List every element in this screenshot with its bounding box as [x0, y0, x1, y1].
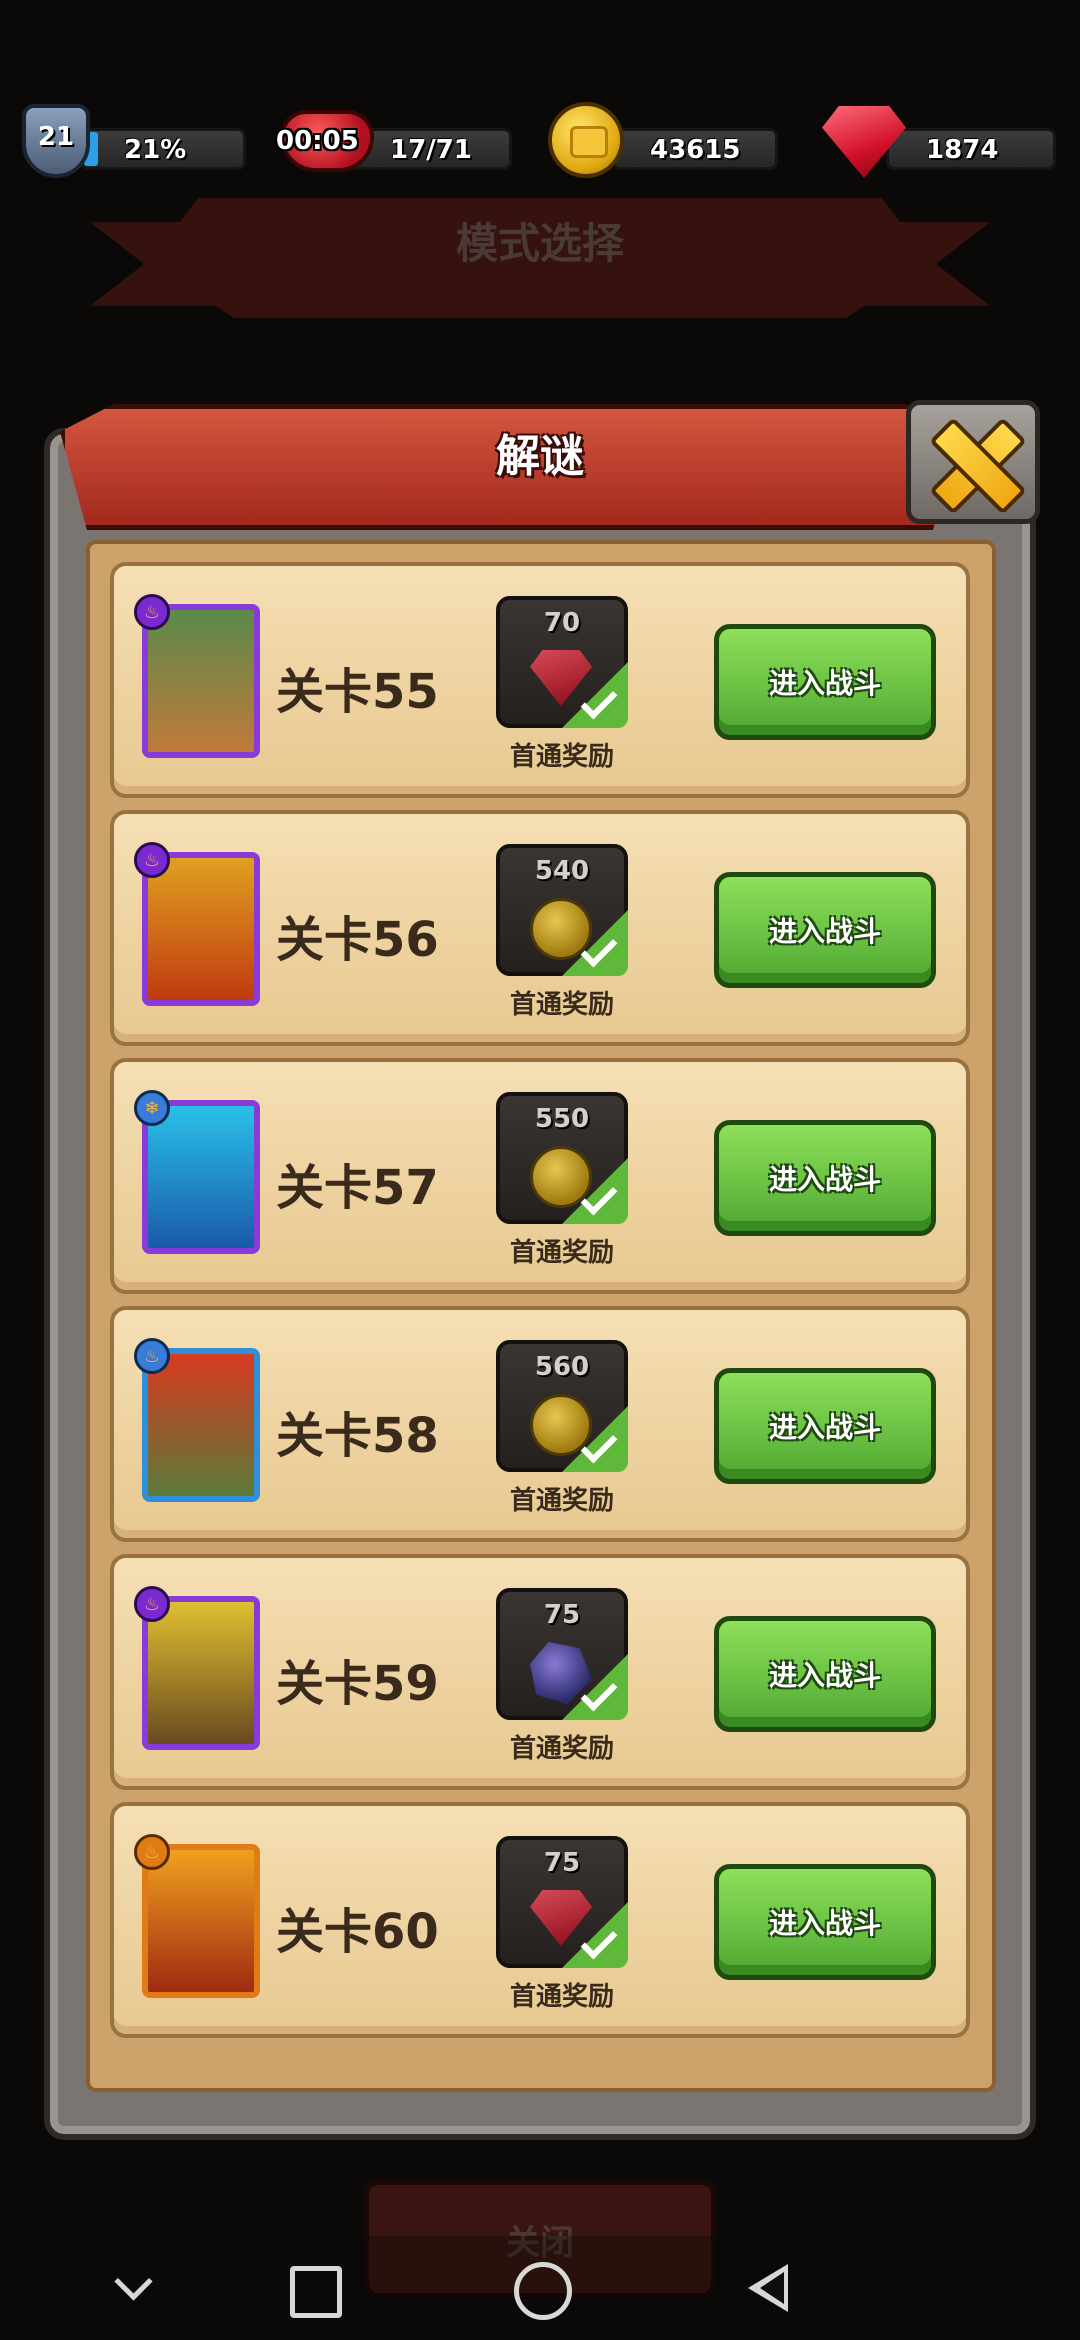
level-row: ♨ 关卡59 75 首通奖励 进入战斗 [110, 1554, 970, 1790]
reward-amount: 540 [534, 856, 590, 886]
gem-count: 1874 [926, 135, 999, 165]
level-row: ❄ 关卡57 550 首通奖励 进入战斗 [110, 1058, 970, 1294]
stamina-timer: 00:05 [276, 126, 359, 156]
reward-box: 550 [496, 1092, 628, 1224]
close-button[interactable] [906, 400, 1040, 524]
enter-battle-button[interactable]: 进入战斗 [714, 1368, 936, 1484]
reward-label: 首通奖励 [509, 1734, 614, 1764]
reward-box: 540 [496, 844, 628, 976]
level-row: ♨ 关卡58 560 首通奖励 进入战斗 [110, 1306, 970, 1542]
gem-icon [530, 650, 592, 706]
level-name: 关卡58 [276, 1408, 439, 1464]
enter-battle-button[interactable]: 进入战斗 [714, 1864, 936, 1980]
level-shield-icon: 21 [22, 104, 90, 178]
hearts-count: 17/71 [390, 135, 472, 165]
xp-percent: 21% [124, 135, 187, 165]
enter-battle-button[interactable]: 进入战斗 [714, 624, 936, 740]
reward-box: 75 [496, 1588, 628, 1720]
recent-apps-icon[interactable] [282, 2258, 342, 2318]
enter-battle-button[interactable]: 进入战斗 [714, 872, 936, 988]
reward-amount: 75 [543, 1600, 581, 1630]
fire-element-icon: ♨ [134, 1586, 170, 1622]
back-icon[interactable] [740, 2258, 800, 2318]
fire-element-icon: ♨ [134, 1834, 170, 1870]
reward-label: 首通奖励 [509, 1238, 614, 1268]
fire-element-icon: ♨ [134, 842, 170, 878]
reward-label: 首通奖励 [509, 990, 614, 1020]
home-icon[interactable] [510, 2258, 572, 2320]
reward-amount: 75 [543, 1848, 581, 1878]
level-row: ♨ 关卡55 70 首通奖励 进入战斗 [110, 562, 970, 798]
resource-bar: 21% 21 17/71 00:05 43615 1874 [0, 98, 1080, 178]
reward-box: 560 [496, 1340, 628, 1472]
system-nav-bar [0, 2236, 1080, 2340]
reward-box: 70 [496, 596, 628, 728]
reward-box: 75 [496, 1836, 628, 1968]
gold-count: 43615 [650, 135, 741, 165]
reward-label: 首通奖励 [509, 742, 614, 772]
reward-amount: 70 [543, 608, 581, 638]
level-name: 关卡56 [276, 912, 439, 968]
level-name: 关卡55 [276, 664, 439, 720]
close-icon [931, 420, 1015, 504]
ice-element-icon: ❄ [134, 1090, 170, 1126]
background-title: 模式选择 [455, 219, 624, 268]
gem-icon [530, 1890, 592, 1946]
coin-icon [548, 102, 624, 178]
fire-element-icon: ♨ [134, 594, 170, 630]
level-row: ♨ 关卡56 540 首通奖励 进入战斗 [110, 810, 970, 1046]
level-name: 关卡59 [276, 1656, 439, 1712]
level-name: 关卡60 [276, 1904, 439, 1960]
reward-label: 首通奖励 [509, 1982, 614, 2012]
chevron-down-icon[interactable] [104, 2258, 164, 2318]
reward-amount: 560 [534, 1352, 590, 1382]
enter-battle-button[interactable]: 进入战斗 [714, 1120, 936, 1236]
enter-battle-button[interactable]: 进入战斗 [714, 1616, 936, 1732]
level-name: 关卡57 [276, 1160, 439, 1216]
reward-amount: 550 [534, 1104, 590, 1134]
reward-label: 首通奖励 [509, 1486, 614, 1516]
player-level[interactable]: 21% 21 [0, 98, 250, 178]
fire-element-icon: ♨ [134, 1338, 170, 1374]
level-number: 21 [37, 122, 75, 152]
level-row: ♨ 关卡60 75 首通奖励 进入战斗 [110, 1802, 970, 2038]
